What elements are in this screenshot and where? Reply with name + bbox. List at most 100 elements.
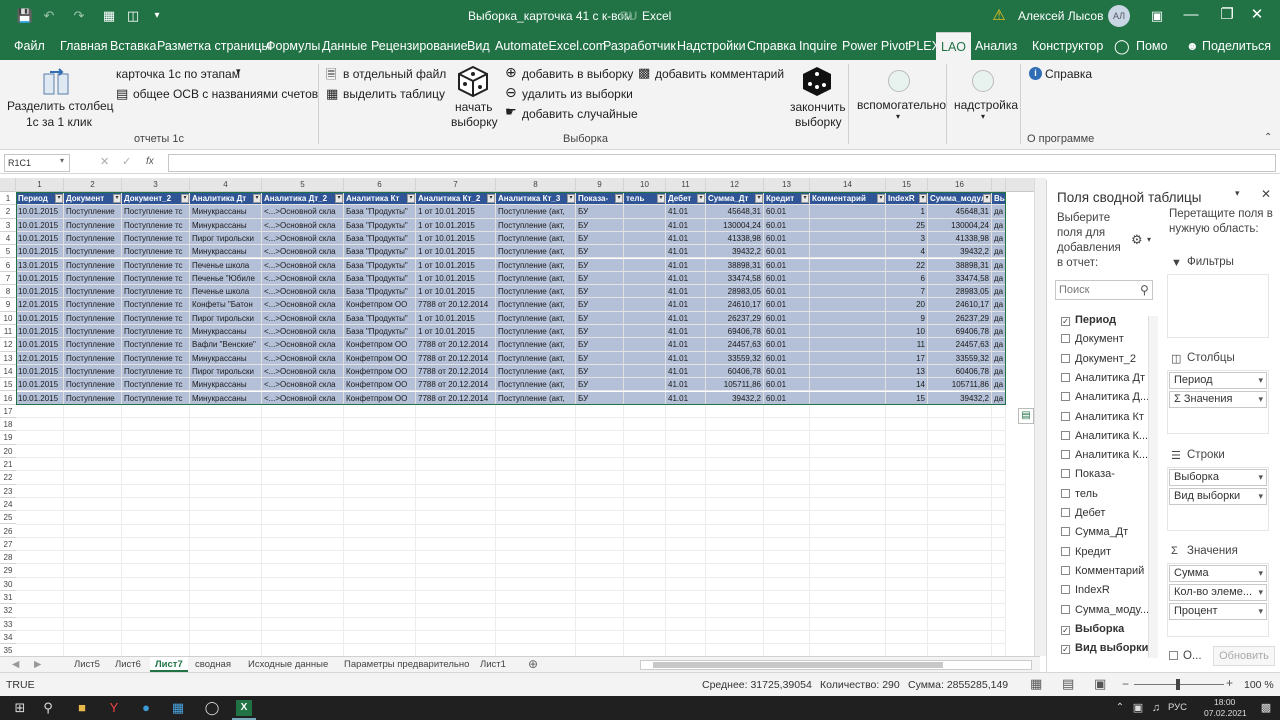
pivot-field-item[interactable]: Аналитика Дт <box>1061 372 1145 384</box>
table-cell[interactable]: 7 <box>886 285 928 299</box>
row-header[interactable]: 19 <box>0 431 16 445</box>
table-cell[interactable]: 1 от 10.01.2015 <box>416 231 496 246</box>
field-checkbox[interactable] <box>1061 430 1070 440</box>
row-header[interactable]: 15 <box>0 378 16 392</box>
row-header[interactable]: 34 <box>0 631 16 645</box>
table-cell[interactable]: Поступление (акт, <box>496 325 576 339</box>
table-cell[interactable] <box>624 205 666 219</box>
row-header[interactable]: 7 <box>0 272 16 286</box>
row-header[interactable]: 35 <box>0 644 16 656</box>
table-cell[interactable]: Поступление <box>64 364 122 379</box>
vertical-scrollbar[interactable] <box>1034 178 1046 656</box>
table-cell[interactable] <box>624 311 666 325</box>
table-cell[interactable]: 24610,17 <box>706 298 764 312</box>
row-header[interactable]: 3 <box>0 219 16 232</box>
table-cell[interactable]: 60.01 <box>764 378 810 392</box>
table-cell[interactable] <box>810 364 886 379</box>
sheet-tab-list1[interactable]: Лист1 <box>480 657 506 672</box>
zoom-level[interactable]: 100 % <box>1244 679 1274 691</box>
row-header[interactable]: 24 <box>0 498 16 512</box>
table-cell[interactable]: 33474,58 <box>928 271 992 286</box>
table-cell[interactable] <box>810 338 886 352</box>
table-cell[interactable] <box>810 258 886 272</box>
page-break-icon[interactable]: ▣ <box>1094 676 1106 692</box>
table-cell[interactable]: 69406,78 <box>928 325 992 339</box>
column-header[interactable]: 2 <box>64 178 122 192</box>
windows-start-icon[interactable]: ⊞ <box>12 700 28 716</box>
table-cell[interactable]: <...>Основной скла <box>262 285 344 299</box>
table-cell[interactable] <box>810 311 886 325</box>
table-cell[interactable]: 41.01 <box>666 205 706 219</box>
pivot-field-item[interactable]: Кредит <box>1061 546 1111 558</box>
field-checkbox[interactable] <box>1061 450 1070 460</box>
user-name[interactable]: Алексей Лысов <box>1018 9 1103 23</box>
column-header[interactable]: 12 <box>706 178 764 192</box>
pivot-field-item[interactable]: Комментарий <box>1061 565 1144 577</box>
table-cell[interactable]: БУ <box>576 325 624 339</box>
table-cell[interactable]: <...>Основной скла <box>262 378 344 392</box>
table-cell[interactable]: 22 <box>886 258 928 272</box>
pivot-field-item[interactable]: Документ <box>1061 333 1124 345</box>
edge-icon[interactable]: ● <box>138 700 154 716</box>
table-cell[interactable]: Конфетпром ОО <box>344 391 416 405</box>
column-header[interactable]: 8 <box>496 178 576 192</box>
normal-view-icon[interactable]: ▦ <box>1030 676 1042 692</box>
table-cell[interactable]: да <box>992 218 1006 232</box>
pivot-field-item[interactable]: Аналитика Д... <box>1061 391 1149 403</box>
filter-dropdown-icon[interactable]: ▾ <box>755 194 763 203</box>
table-cell[interactable]: <...>Основной скла <box>262 205 344 219</box>
table-cell[interactable]: Конфетпром ОО <box>344 351 416 365</box>
table-header-cell[interactable]: Аналитика Кт_2 <box>416 192 496 206</box>
table-cell[interactable]: 12.01.2015 <box>16 298 64 312</box>
row-header[interactable]: 2 <box>0 205 16 219</box>
table-cell[interactable]: Минукрассаны <box>190 218 262 232</box>
tab-review[interactable]: Рецензирование <box>371 32 468 60</box>
table-cell[interactable]: 60.01 <box>764 364 810 379</box>
table-cell[interactable]: Печенье школа <box>190 258 262 272</box>
tab-insert[interactable]: Вставка <box>110 32 156 60</box>
table-cell[interactable]: да <box>992 378 1006 392</box>
table-cell[interactable]: База "Продукты" <box>344 311 416 325</box>
table-cell[interactable]: Поступление тс <box>122 378 190 392</box>
card-dropdown[interactable]: карточка 1с по этапам <box>116 67 240 81</box>
row-header[interactable]: 1 <box>0 192 16 206</box>
table-cell[interactable]: Поступление тс <box>122 285 190 299</box>
tab-inquire[interactable]: Inquire <box>799 32 837 60</box>
table-cell[interactable]: 60.01 <box>764 325 810 339</box>
tab-design[interactable]: Конструктор <box>1032 32 1103 60</box>
table-cell[interactable]: 130004,24 <box>706 218 764 232</box>
table-cell[interactable] <box>810 325 886 339</box>
lightbulb-icon[interactable]: ◯ <box>1114 32 1130 60</box>
tab-page-layout[interactable]: Разметка страницы <box>157 32 270 60</box>
row-header[interactable]: 8 <box>0 285 16 299</box>
add-sheet-icon[interactable]: ⊕ <box>528 657 538 672</box>
table-cell[interactable]: БУ <box>576 311 624 325</box>
column-header[interactable]: 6 <box>344 178 416 192</box>
table-cell[interactable]: БУ <box>576 378 624 392</box>
notifications-icon[interactable]: ▩ <box>1258 700 1274 716</box>
table-cell[interactable]: Конфеты "Батон <box>190 298 262 312</box>
column-header[interactable] <box>992 178 1006 192</box>
table-cell[interactable]: Минукрассаны <box>190 378 262 392</box>
table-cell[interactable]: 60.01 <box>764 205 810 219</box>
table-cell[interactable]: <...>Основной скла <box>262 338 344 352</box>
pivot-field-item[interactable]: Аналитика К... <box>1061 430 1148 442</box>
chevron-down-icon[interactable]: ▾ <box>1258 392 1263 407</box>
table-cell[interactable]: 10.01.2015 <box>16 311 64 325</box>
table-cell[interactable] <box>624 218 666 232</box>
table-cell[interactable]: 39432,2 <box>706 245 764 259</box>
table-cell[interactable]: 105711,86 <box>706 378 764 392</box>
table-cell[interactable]: Поступление <box>64 298 122 312</box>
warning-icon[interactable]: ⚠ <box>990 7 1008 25</box>
excel-taskbar-icon[interactable]: X <box>236 700 252 716</box>
table-cell[interactable]: Поступление тс <box>122 205 190 219</box>
table-cell[interactable]: Поступление тс <box>122 218 190 232</box>
table-cell[interactable]: да <box>992 205 1006 219</box>
table-cell[interactable]: 45648,31 <box>928 205 992 219</box>
field-search-input[interactable]: Поиск ⚲ <box>1055 280 1153 300</box>
table-cell[interactable]: Поступление (акт, <box>496 245 576 259</box>
tab-power-pivot[interactable]: Power Pivot <box>842 32 909 60</box>
field-checkbox[interactable]: ✓ <box>1061 645 1070 655</box>
clock-app-icon[interactable]: ◯ <box>204 700 220 716</box>
filter-dropdown-icon[interactable]: ▾ <box>487 194 495 203</box>
